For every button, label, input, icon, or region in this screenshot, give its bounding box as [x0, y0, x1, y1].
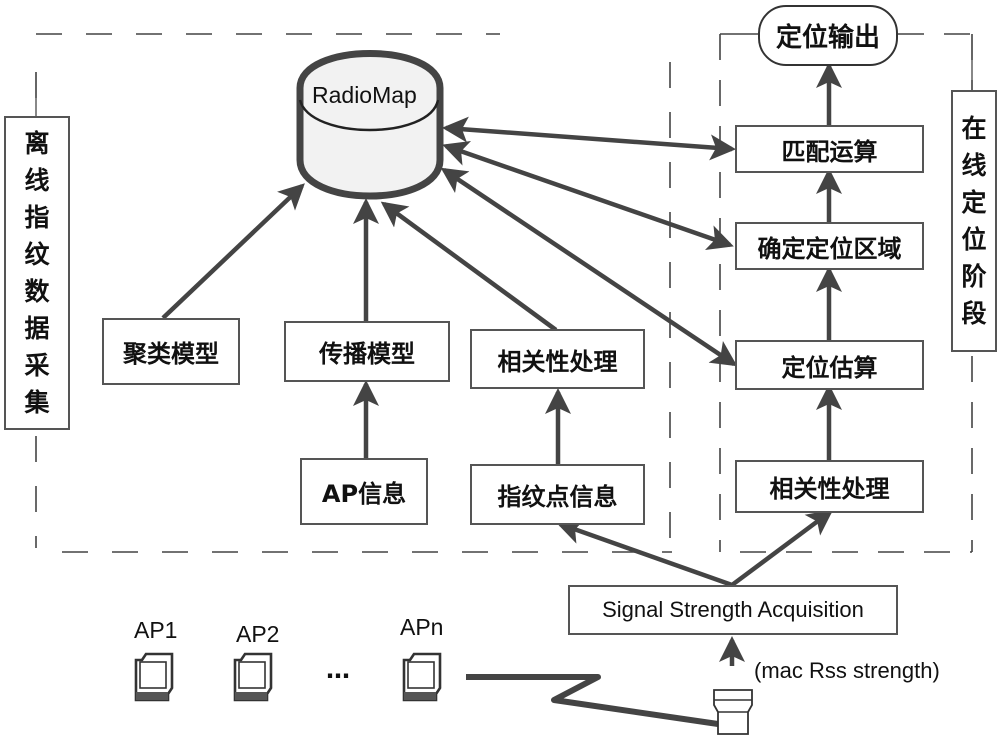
ap-info-node[interactable]: AP信息: [300, 458, 428, 525]
radiomap-label: RadioMap: [312, 82, 417, 108]
cluster-model-node[interactable]: 聚类模型: [102, 318, 240, 385]
signal-strength-acquisition-node[interactable]: Signal Strength Acquisition: [568, 585, 898, 635]
mac-rss-label: (mac Rss strength): [754, 658, 940, 683]
computer-icon: [134, 652, 174, 702]
radiomap-database-icon: [296, 50, 444, 200]
online-stage-label: 在线定位阶段: [951, 90, 997, 352]
determine-region-node[interactable]: 确定定位区域: [735, 222, 924, 270]
fingerprint-positioning-diagram: 离线指纹数据采集 在线定位阶段 RadioMap 聚类模型 传播模型 相关性处理…: [0, 0, 1000, 741]
computer-icon: [402, 652, 442, 702]
online-stage-text: 在线定位阶段: [961, 114, 987, 328]
fingerprint-info-node[interactable]: 指纹点信息: [470, 464, 645, 525]
positioning-output-node[interactable]: 定位输出: [758, 5, 898, 66]
offline-stage-text: 离线指纹数据采集: [24, 129, 50, 417]
ap-label: APn: [400, 614, 444, 640]
ap-label: AP2: [236, 621, 280, 647]
offline-stage-label: 离线指纹数据采集: [4, 116, 70, 430]
computer-icon: [233, 652, 273, 702]
wireless-link: [466, 674, 719, 727]
correlation-online-node[interactable]: 相关性处理: [735, 460, 924, 513]
receiver-device-icon: [713, 689, 753, 735]
ellipsis: …: [326, 656, 350, 684]
matching-node[interactable]: 匹配运算: [735, 125, 924, 173]
estimate-node[interactable]: 定位估算: [735, 340, 924, 390]
ap-label: AP1: [134, 617, 178, 643]
propagation-model-node[interactable]: 传播模型: [284, 321, 450, 382]
correlation-offline-node[interactable]: 相关性处理: [470, 329, 645, 389]
